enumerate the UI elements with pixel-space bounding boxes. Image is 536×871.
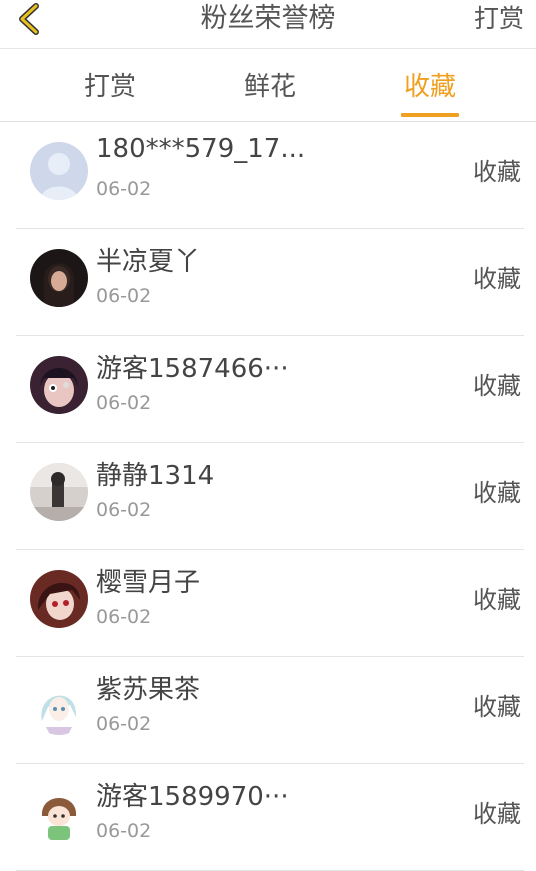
active-tab-indicator: [401, 113, 459, 117]
fan-name: 游客1587466···: [96, 354, 289, 384]
user-avatar: [30, 570, 88, 628]
fan-date: 06-02: [96, 606, 152, 628]
fan-name: 半凉夏丫: [96, 247, 201, 277]
user-avatar: [30, 356, 88, 414]
favorite-label: 收藏: [473, 479, 521, 507]
fan-list: 180***579_17... 06-02 收藏 半凉夏丫 06-02 收藏 游…: [0, 122, 536, 871]
list-item[interactable]: 游客1589970··· 06-02 收藏: [16, 764, 524, 871]
tab-favorites-label: 收藏: [403, 72, 456, 102]
favorite-label: 收藏: [473, 158, 521, 186]
fan-date: 06-02: [96, 820, 152, 842]
fan-name: 樱雪月子: [96, 568, 201, 598]
favorite-label: 收藏: [473, 586, 521, 614]
user-avatar: [30, 463, 88, 521]
fan-date: 06-02: [96, 392, 152, 414]
list-item[interactable]: 180***579_17... 06-02 收藏: [16, 122, 524, 229]
user-avatar: [30, 249, 88, 307]
list-item[interactable]: 半凉夏丫 06-02 收藏: [16, 229, 524, 336]
list-item[interactable]: 樱雪月子 06-02 收藏: [16, 550, 524, 657]
list-item[interactable]: 紫苏果茶 06-02 收藏: [16, 657, 524, 764]
fan-name: 180***579_17...: [96, 134, 306, 164]
favorite-label: 收藏: [473, 693, 521, 721]
fan-date: 06-02: [96, 499, 152, 521]
list-item[interactable]: 游客1587466··· 06-02 收藏: [16, 336, 524, 443]
tab-reward[interactable]: 打赏: [50, 49, 170, 121]
default-avatar-icon: [30, 142, 88, 200]
fan-date: 06-02: [96, 178, 152, 200]
fan-name: 游客1589970···: [96, 782, 289, 812]
favorite-label: 收藏: [473, 800, 521, 828]
user-avatar: [30, 677, 88, 735]
fan-name: 紫苏果茶: [96, 675, 201, 705]
page-title: 粉丝荣誉榜: [200, 3, 336, 34]
fan-date: 06-02: [96, 285, 152, 307]
favorite-label: 收藏: [473, 265, 521, 293]
tab-bar: 打赏 鲜花 收藏: [0, 49, 536, 122]
reward-button[interactable]: 打赏: [474, 0, 524, 40]
fan-name: 静静1314: [96, 461, 215, 491]
fan-date: 06-02: [96, 713, 152, 735]
user-avatar: [30, 784, 88, 842]
tab-flowers[interactable]: 鲜花: [210, 49, 330, 121]
tab-favorites[interactable]: 收藏: [370, 49, 490, 121]
favorite-label: 收藏: [473, 372, 521, 400]
list-item[interactable]: 静静1314 06-02 收藏: [16, 443, 524, 550]
app-header: 粉丝荣誉榜 打赏: [0, 0, 536, 49]
